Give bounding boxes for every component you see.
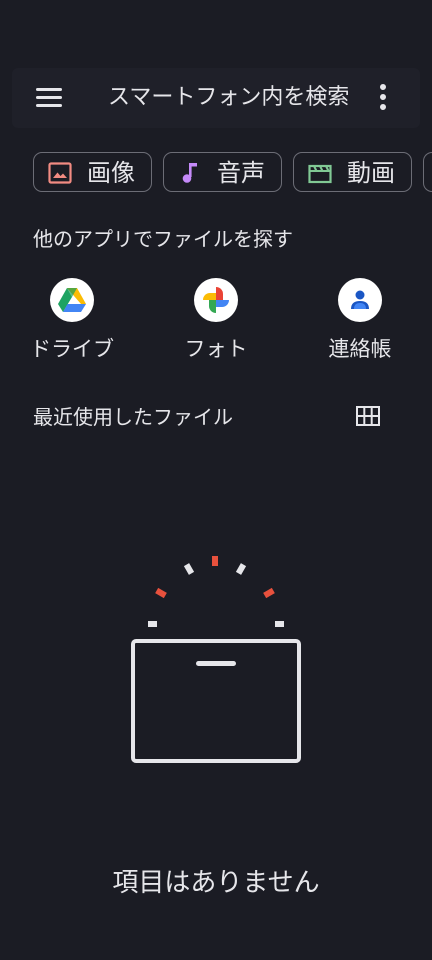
chip-video-label: 動画 — [347, 159, 395, 187]
chip-images-label: 画像 — [87, 159, 135, 187]
google-photos-icon — [194, 278, 238, 322]
contacts-icon — [338, 278, 382, 322]
app-photos[interactable]: フォト — [161, 278, 271, 362]
grid-view-icon[interactable] — [356, 406, 380, 426]
app-contacts[interactable]: 連絡帳 — [305, 278, 415, 362]
search-placeholder[interactable]: スマートフォン内を検索 — [108, 84, 378, 112]
chip-audio-label: 音声 — [217, 159, 265, 187]
empty-state-message: 項目はありません — [112, 868, 320, 898]
chip-audio[interactable]: 音声 — [163, 152, 282, 192]
chip-images[interactable]: 画像 — [33, 152, 152, 192]
chip-video[interactable]: 動画 — [293, 152, 412, 192]
category-chips: 画像 音声 動画 — [33, 152, 432, 194]
chip-more-partial[interactable] — [423, 152, 432, 192]
search-bar[interactable]: スマートフォン内を検索 — [12, 68, 420, 128]
app-contacts-label: 連絡帳 — [328, 337, 392, 361]
hamburger-menu-icon[interactable] — [36, 88, 62, 108]
more-options-icon[interactable] — [378, 84, 388, 112]
app-photos-label: フォト — [184, 337, 248, 361]
google-drive-icon — [50, 278, 94, 322]
empty-box-illustration — [131, 556, 301, 763]
music-note-icon — [182, 163, 197, 183]
recent-files-title: 最近使用したファイル — [33, 405, 233, 429]
image-icon — [48, 162, 72, 184]
movie-icon — [308, 164, 332, 184]
app-drive-label: ドライブ — [30, 337, 114, 361]
other-apps-title: 他のアプリでファイルを探す — [33, 227, 293, 251]
app-drive[interactable]: ドライブ — [17, 278, 127, 362]
